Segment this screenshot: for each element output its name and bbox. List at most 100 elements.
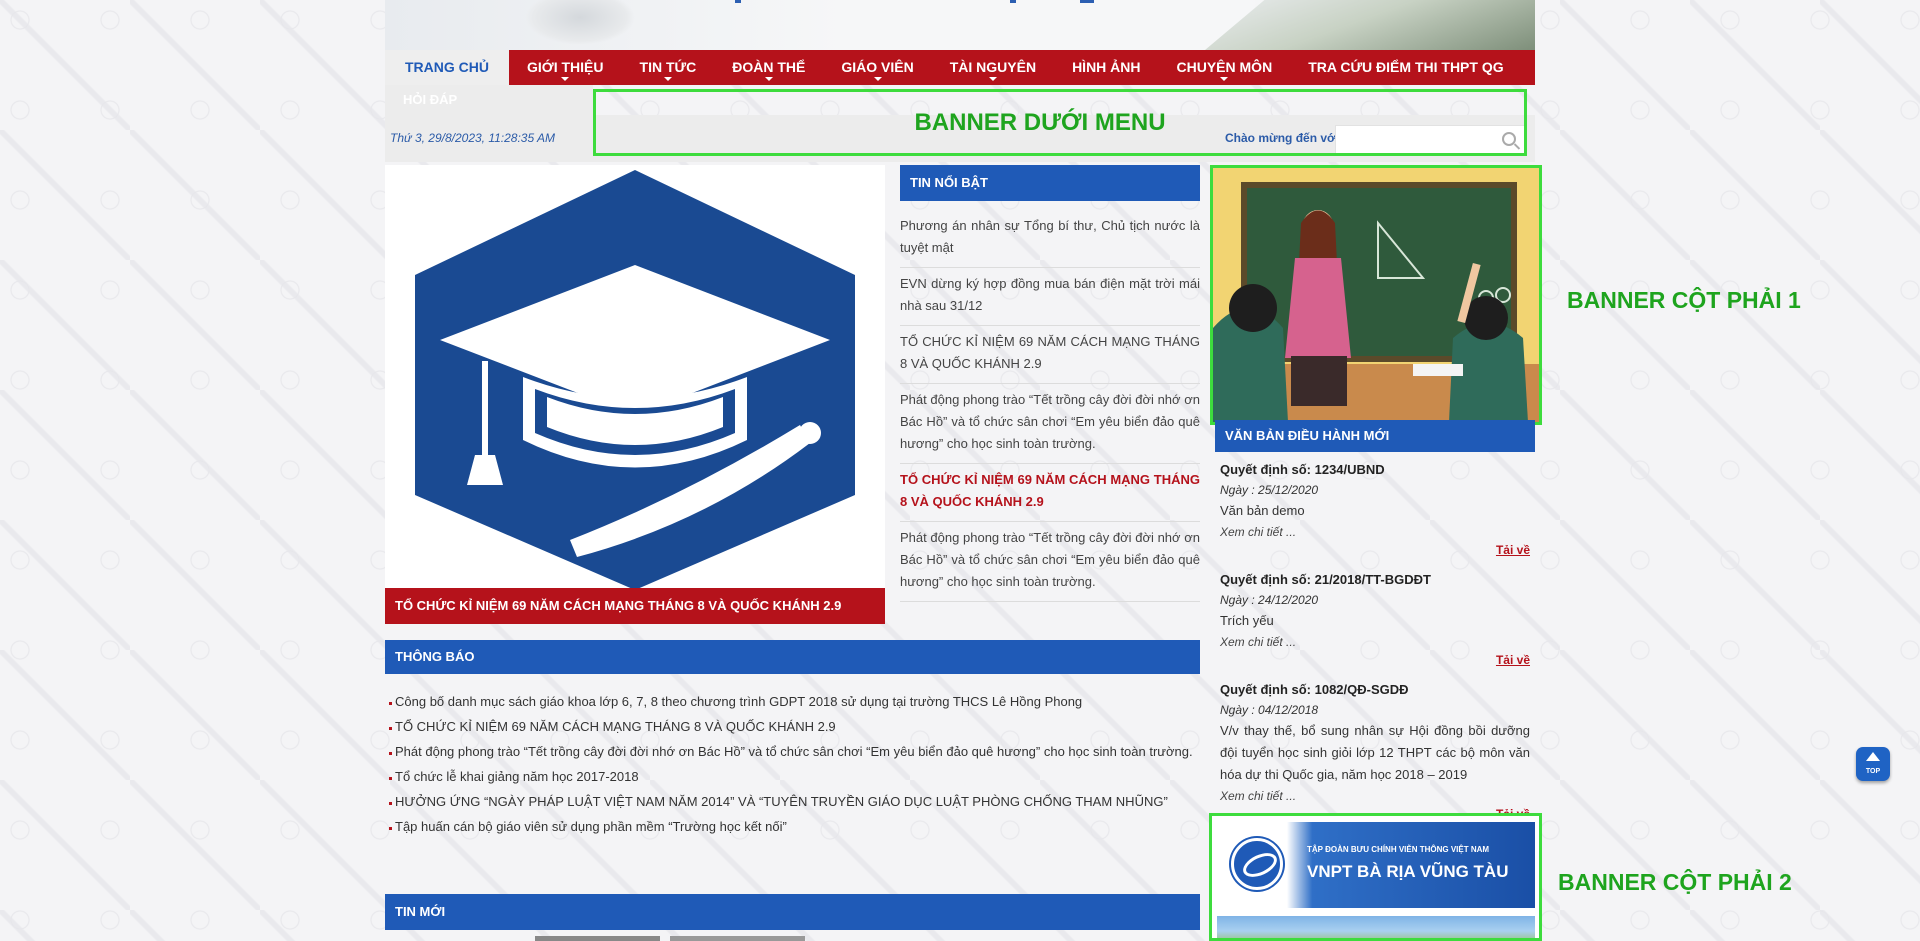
bullet-icon bbox=[389, 702, 392, 705]
van-ban-date: Ngày : 24/12/2020 bbox=[1220, 593, 1319, 607]
nav-item-label: GIỚI THIỆU bbox=[527, 59, 604, 75]
tin-noi-bat-item[interactable]: Phát động phong trào “Tết trồng cây đời … bbox=[900, 384, 1200, 464]
featured-news-caption[interactable]: TỔ CHỨC KỈ NIỆM 69 NĂM CÁCH MẠNG THÁNG 8… bbox=[385, 588, 885, 624]
van-ban-title[interactable]: Quyết định số: 1082/QĐ-SGDĐ bbox=[1220, 680, 1530, 700]
van-ban-description: Trích yếu bbox=[1220, 613, 1274, 628]
van-ban-description: V/v thay thế, bổ sung nhân sự Hội đồng b… bbox=[1220, 723, 1530, 782]
tin-noi-bat-list: Phương án nhân sự Tổng bí thư, Chủ tịch … bbox=[900, 210, 1200, 602]
caret-down-icon bbox=[988, 77, 997, 81]
van-ban-item: Quyết định số: 1082/QĐ-SGDĐ Ngày : 04/12/… bbox=[1220, 680, 1530, 834]
vnpt-branch-name: VNPT BÀ RỊA VŨNG TÀU bbox=[1307, 862, 1509, 881]
caret-down-icon bbox=[873, 77, 882, 81]
van-ban-heading: VĂN BẢN ĐIỀU HÀNH MỚI bbox=[1215, 420, 1535, 452]
nav-item-2[interactable]: TIN TỨC bbox=[622, 50, 715, 85]
bullet-icon bbox=[389, 752, 392, 755]
vnpt-banner[interactable]: TẬP ĐOÀN BƯU CHÍNH VIỄN THÔNG VIỆT NAM V… bbox=[1217, 822, 1535, 908]
thong-bao-item-text: TỔ CHỨC KỈ NIỆM 69 NĂM CÁCH MẠNG THÁNG 8… bbox=[395, 719, 836, 734]
news-thumbnail[interactable] bbox=[670, 936, 805, 941]
van-ban-description: Văn bản demo bbox=[1220, 503, 1305, 518]
nav-item-8[interactable]: TRA CỨU ĐIỂM THI THPT QG bbox=[1290, 50, 1521, 85]
header-text-fragment bbox=[1080, 0, 1094, 3]
tin-noi-bat-item[interactable]: Phát động phong trào “Tết trồng cây đời … bbox=[900, 522, 1200, 602]
back-to-top-label: TOP bbox=[1865, 768, 1881, 775]
header-text-fragment bbox=[735, 0, 741, 3]
right-banner-1-label: BANNER CỘT PHẢI 1 bbox=[1567, 287, 1801, 313]
thong-bao-item-text: Tập huấn cán bộ giáo viên sử dụng phần m… bbox=[395, 819, 787, 834]
classroom-illustration bbox=[1213, 168, 1539, 422]
thong-bao-item-text: Công bố danh mục sách giáo khoa lớp 6, 7… bbox=[395, 694, 1083, 709]
caret-down-icon bbox=[764, 77, 773, 81]
tin-noi-bat-item[interactable]: EVN dừng ký hợp đồng mua bán điện mặt tr… bbox=[900, 268, 1200, 326]
nav-item-label: TÀI NGUYÊN bbox=[949, 59, 1037, 75]
bullet-icon bbox=[389, 802, 392, 805]
tin-noi-bat-item[interactable]: TỔ CHỨC KỈ NIỆM 69 NĂM CÁCH MẠNG THÁNG 8… bbox=[900, 326, 1200, 384]
right-banner-2[interactable]: TẬP ĐOÀN BƯU CHÍNH VIỄN THÔNG VIỆT NAM V… bbox=[1209, 813, 1542, 941]
book-illustration bbox=[525, 0, 635, 45]
bullet-icon bbox=[389, 727, 392, 730]
caret-down-icon bbox=[1220, 77, 1229, 81]
nav-item-3[interactable]: ĐOÀN THỂ bbox=[714, 50, 823, 85]
banner-under-menu: BANNER DƯỚI MENU bbox=[593, 89, 1527, 156]
van-ban-item: Quyết định số: 21/2018/TT-BGDĐT Ngày : 24… bbox=[1220, 570, 1530, 680]
tin-noi-bat-heading: TIN NỔI BẬT bbox=[900, 165, 1200, 201]
nav-item-hoi-dap[interactable]: HỎI ĐÁP bbox=[403, 85, 457, 115]
thong-bao-item[interactable]: Tập huấn cán bộ giáo viên sử dụng phần m… bbox=[385, 815, 1193, 840]
download-link[interactable]: Tải về bbox=[1220, 652, 1530, 668]
arrow-up-icon bbox=[1866, 752, 1880, 761]
nav-item-4[interactable]: GIÁO VIÊN bbox=[823, 50, 931, 85]
nav-item-0[interactable]: TRANG CHỦ bbox=[385, 50, 509, 85]
nav-item-label: TIN TỨC bbox=[639, 59, 697, 75]
graduation-cap-icon bbox=[415, 170, 855, 590]
nav-item-1[interactable]: GIỚI THIỆU bbox=[509, 50, 622, 85]
nav-item-label: ĐOÀN THỂ bbox=[732, 59, 806, 75]
caret-down-icon bbox=[561, 77, 570, 81]
thong-bao-item-text: Tổ chức lễ khai giảng năm học 2017-2018 bbox=[395, 769, 639, 784]
thong-bao-item[interactable]: TỔ CHỨC KỈ NIỆM 69 NĂM CÁCH MẠNG THÁNG 8… bbox=[385, 715, 1193, 740]
thong-bao-item-text: Phát động phong trào “Tết trồng cây đời … bbox=[395, 744, 1193, 759]
view-detail-link[interactable]: Xem chi tiết ... bbox=[1220, 632, 1530, 652]
van-ban-date: Ngày : 04/12/2018 bbox=[1220, 703, 1319, 717]
current-date: Thứ 3, 29/8/2023, 11:28:35 AM bbox=[390, 131, 556, 145]
van-ban-title[interactable]: Quyết định số: 1234/UBND bbox=[1220, 460, 1530, 480]
nav-item-5[interactable]: TÀI NGUYÊN bbox=[932, 50, 1054, 85]
featured-news-image[interactable] bbox=[385, 165, 885, 590]
nav-item-6[interactable]: HÌNH ẢNH bbox=[1054, 50, 1158, 85]
tin-noi-bat-item[interactable]: TỔ CHỨC KỈ NIỆM 69 NĂM CÁCH MẠNG THÁNG 8… bbox=[900, 464, 1200, 522]
main-nav-row2: HỎI ĐÁP bbox=[385, 85, 593, 115]
nav-item-label: CHUYÊN MÔN bbox=[1176, 59, 1273, 75]
caret-down-icon bbox=[663, 77, 672, 81]
thong-bao-item[interactable]: HƯỞNG ỨNG “NGÀY PHÁP LUẬT VIỆT NAM NĂM 2… bbox=[385, 790, 1193, 815]
landscape-illustration bbox=[1205, 0, 1535, 50]
download-link[interactable]: Tải về bbox=[1220, 542, 1530, 558]
van-ban-list: Quyết định số: 1234/UBND Ngày : 25/12/202… bbox=[1220, 460, 1530, 834]
thong-bao-item-text: HƯỞNG ỨNG “NGÀY PHÁP LUẬT VIỆT NAM NĂM 2… bbox=[395, 794, 1168, 809]
thong-bao-list: Công bố danh mục sách giáo khoa lớp 6, 7… bbox=[385, 690, 1193, 840]
header-banner-image bbox=[385, 0, 1535, 50]
nav-item-label: GIÁO VIÊN bbox=[841, 59, 914, 75]
thong-bao-heading: THÔNG BÁO bbox=[385, 640, 1200, 674]
tin-noi-bat-item[interactable]: Phương án nhân sự Tổng bí thư, Chủ tịch … bbox=[900, 210, 1200, 268]
view-detail-link[interactable]: Xem chi tiết ... bbox=[1220, 786, 1530, 806]
nav-item-7[interactable]: CHUYÊN MÔN bbox=[1159, 50, 1291, 85]
main-nav: TRANG CHỦ GIỚI THIỆU TIN TỨC ĐOÀN THỂ GIÁO V… bbox=[385, 50, 1535, 85]
bullet-icon bbox=[389, 777, 392, 780]
thong-bao-item[interactable]: Tổ chức lễ khai giảng năm học 2017-2018 bbox=[385, 765, 1193, 790]
header-text-fragment bbox=[1010, 0, 1016, 3]
van-ban-date: Ngày : 25/12/2020 bbox=[1220, 483, 1319, 497]
thong-bao-item[interactable]: Công bố danh mục sách giáo khoa lớp 6, 7… bbox=[385, 690, 1193, 715]
vnpt-org-name: TẬP ĐOÀN BƯU CHÍNH VIỄN THÔNG VIỆT NAM bbox=[1307, 845, 1490, 854]
nav-item-label: HÌNH ẢNH bbox=[1072, 59, 1141, 75]
banner-under-menu-label: BANNER DƯỚI MENU bbox=[914, 108, 1166, 136]
right-banner-2-label: BANNER CỘT PHẢI 2 bbox=[1558, 869, 1792, 895]
tin-moi-heading: TIN MỚI bbox=[385, 894, 1200, 930]
back-to-top-button[interactable]: TOP bbox=[1856, 747, 1890, 781]
bullet-icon bbox=[389, 827, 392, 830]
right-banner-1[interactable] bbox=[1210, 165, 1542, 425]
van-ban-title[interactable]: Quyết định số: 21/2018/TT-BGDĐT bbox=[1220, 570, 1530, 590]
news-thumbnail[interactable] bbox=[535, 936, 660, 941]
thong-bao-item[interactable]: Phát động phong trào “Tết trồng cây đời … bbox=[385, 740, 1193, 765]
second-right-banner[interactable] bbox=[1217, 916, 1535, 938]
view-detail-link[interactable]: Xem chi tiết ... bbox=[1220, 522, 1530, 542]
vnpt-logo-icon bbox=[1231, 838, 1283, 890]
nav-item-label: TRANG CHỦ bbox=[405, 59, 489, 75]
